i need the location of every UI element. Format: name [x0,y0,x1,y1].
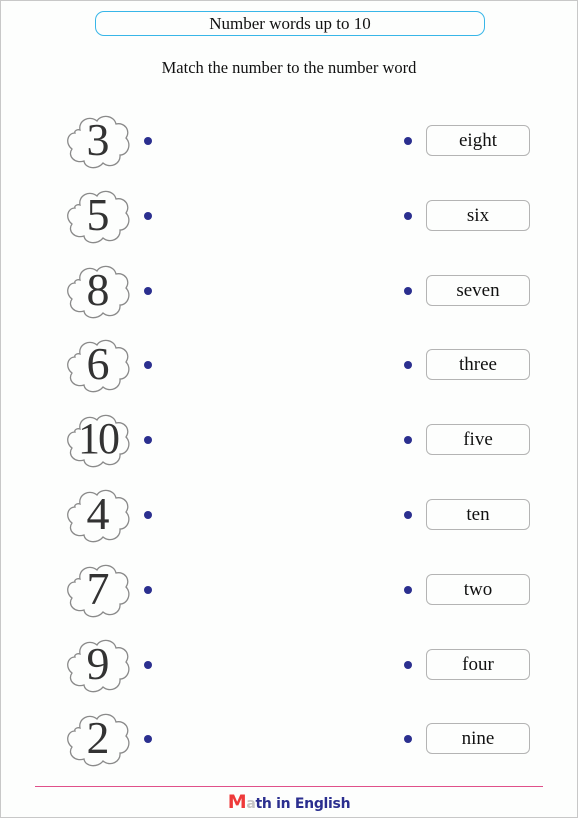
number-cloud: 7 [64,559,132,619]
number-word-box[interactable]: three [426,349,530,381]
number-value: 7 [86,562,110,614]
brand-letter-a: a [246,796,256,812]
number-value: 8 [86,263,110,315]
brand-letter-m: M [227,791,247,813]
footer-divider [35,786,543,787]
right-match-dot[interactable] [404,286,412,295]
left-match-dot[interactable] [144,511,152,519]
match-row: 2 nine [0,708,578,770]
right-match-dot[interactable] [404,660,412,669]
number-cloud: 10 [64,409,132,469]
left-match-dot[interactable] [144,660,152,669]
number-value: 4 [86,488,110,539]
number-cloud: 6 [64,334,132,394]
left-match-dot[interactable] [144,361,152,370]
number-cloud: 5 [64,185,132,245]
match-row: 8 seven [0,260,578,322]
left-match-dot[interactable] [144,585,152,594]
left-match-dot[interactable] [144,211,152,220]
right-match-dot[interactable] [404,137,412,145]
number-cloud: 2 [64,708,132,768]
number-word-box[interactable]: ten [426,499,530,530]
match-row: 5 six [0,185,578,247]
number-word-box[interactable]: two [426,573,530,605]
left-match-dot[interactable] [144,137,152,145]
left-match-dot[interactable] [144,735,152,744]
number-cloud: 4 [64,484,132,544]
number-word-box[interactable]: five [426,424,530,456]
right-match-dot[interactable] [404,211,412,220]
right-match-dot[interactable] [404,735,412,744]
number-word-box[interactable]: six [426,199,530,231]
right-match-dot[interactable] [404,511,412,519]
worksheet-title: Number words up to 10 [95,11,485,36]
number-cloud: 3 [64,110,132,170]
number-value: 2 [86,712,110,764]
match-row: 7 two [0,559,578,621]
brand-logo: Math in English [0,791,578,813]
number-word-box[interactable]: four [426,648,530,680]
match-row: 4 ten [0,484,578,546]
number-word-box[interactable]: seven [426,274,530,306]
number-value: 10 [78,414,120,464]
number-word-box[interactable]: nine [426,723,530,755]
instruction-text: Match the number to the number word [161,58,417,77]
right-match-dot[interactable] [404,361,412,370]
number-value: 9 [86,637,110,689]
number-value: 3 [86,114,110,165]
left-match-dot[interactable] [144,436,152,445]
brand-text: th in English [255,796,351,812]
match-row: 9 four [0,634,578,696]
number-value: 6 [86,338,110,390]
left-match-dot[interactable] [144,286,152,295]
right-match-dot[interactable] [404,585,412,594]
match-row: 6 three [0,334,578,396]
right-match-dot[interactable] [404,436,412,445]
number-cloud: 9 [64,634,132,694]
match-row: 10 five [0,409,578,471]
number-cloud: 8 [64,260,132,320]
number-word-box[interactable]: eight [426,125,530,156]
match-row: 3 eight [0,110,578,172]
number-value: 5 [86,188,110,240]
